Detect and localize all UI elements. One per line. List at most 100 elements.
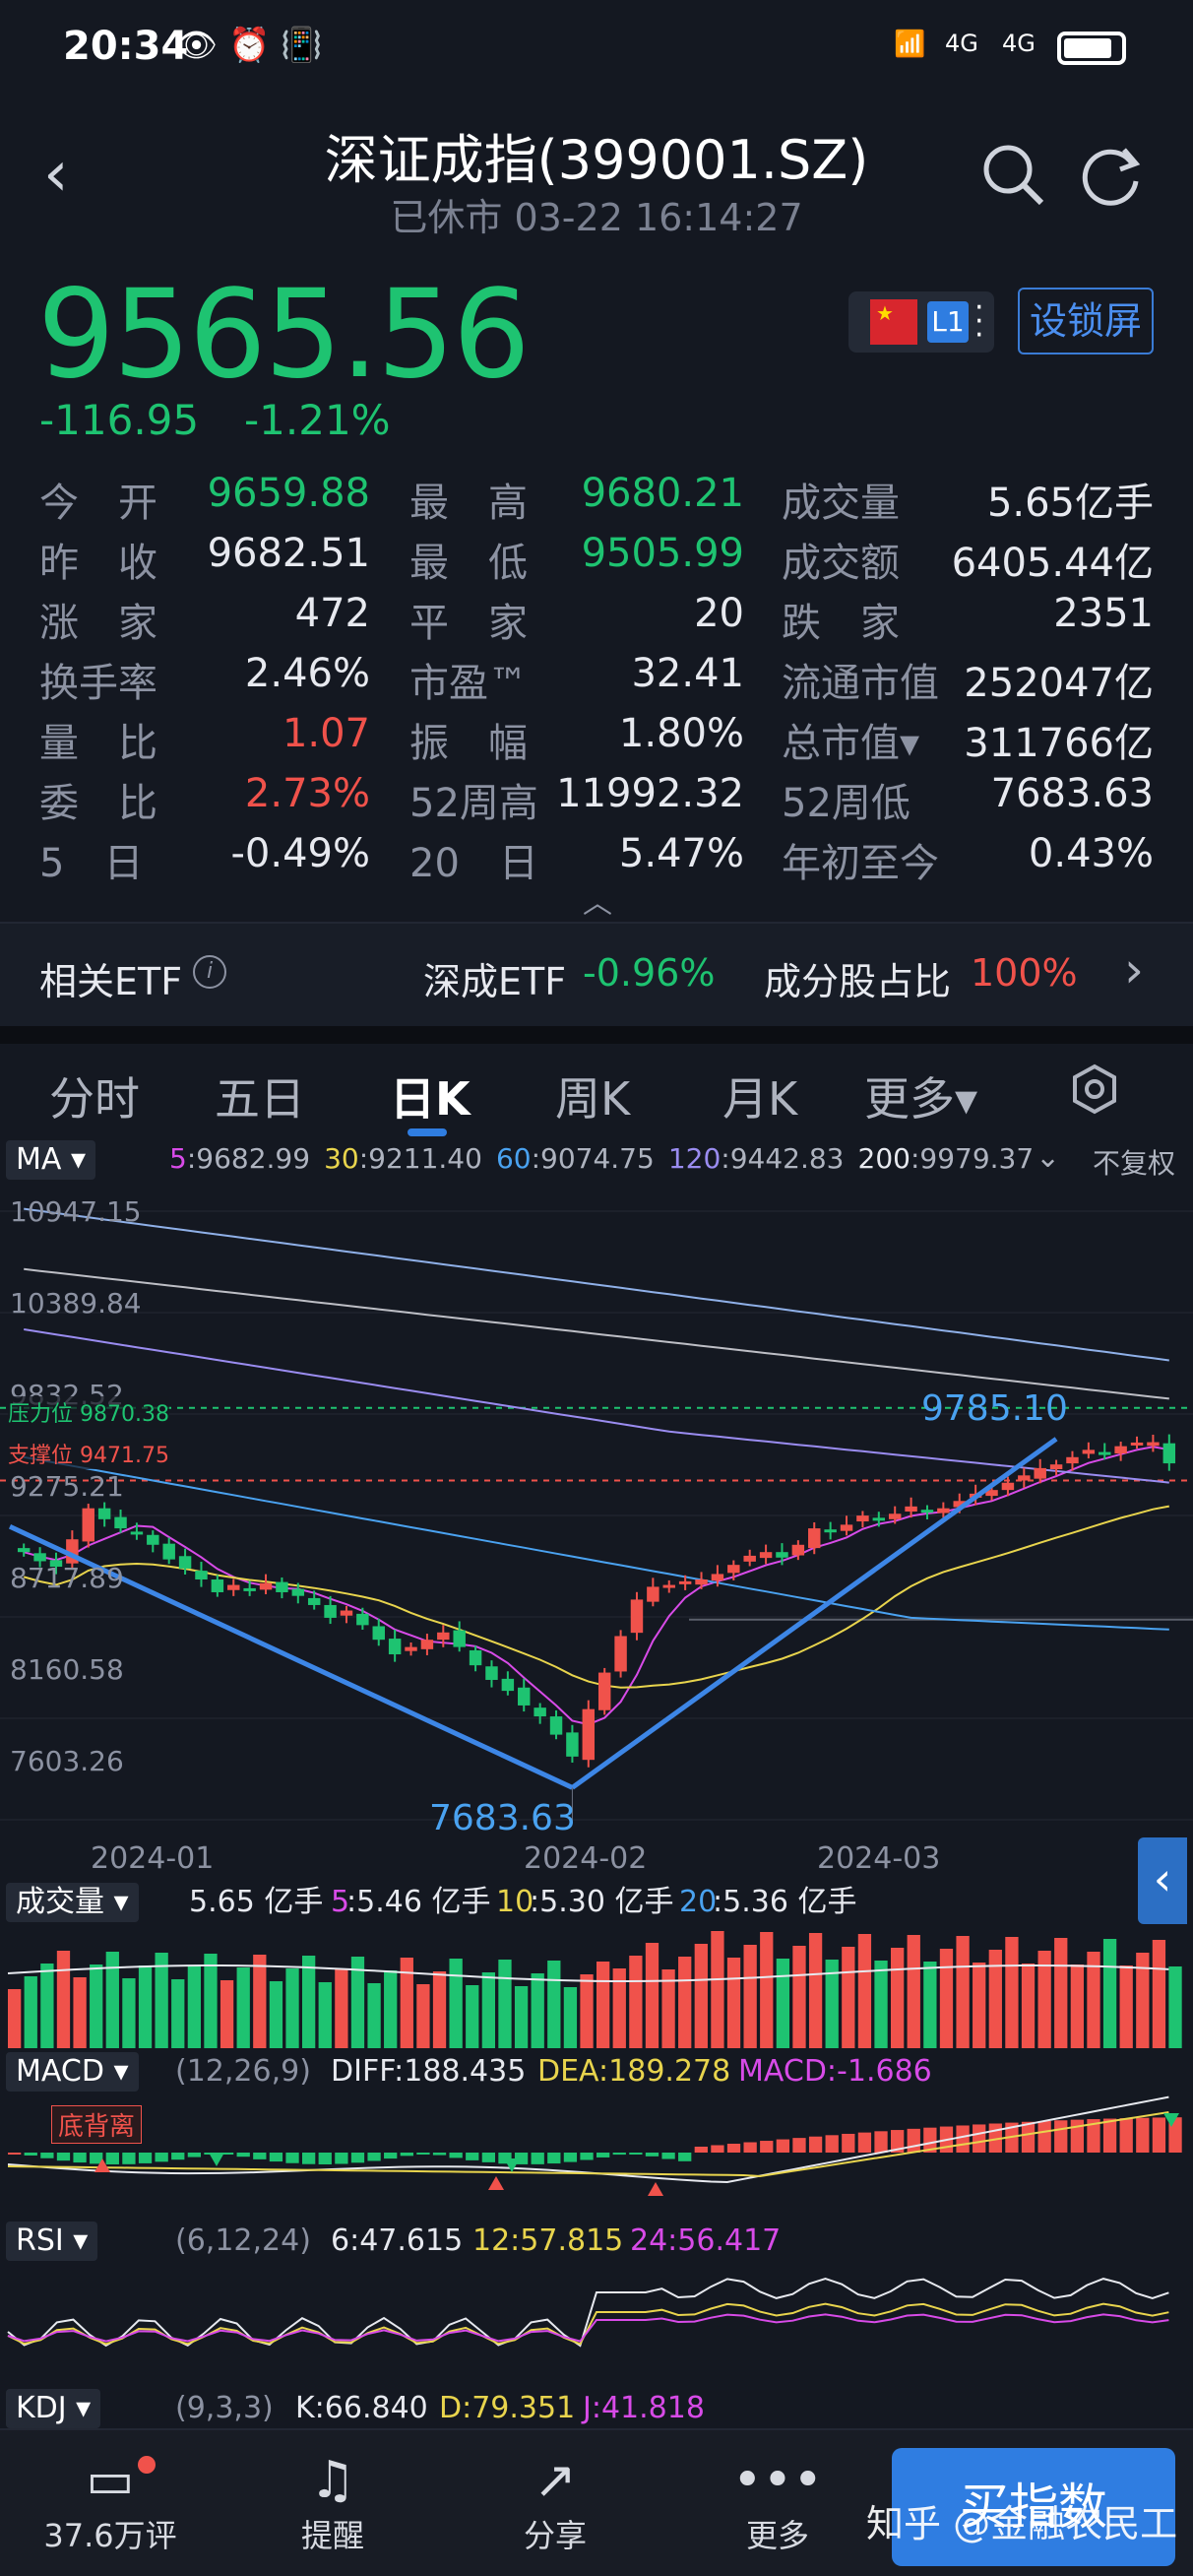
collapse-chevron-icon[interactable]: ︿ bbox=[583, 878, 612, 922]
macd-bar bbox=[24, 2153, 37, 2156]
kdj-legend: KDJ ▾ (9,3,3) K:66.840 D:79.351 J:41.818 bbox=[0, 2387, 1193, 2430]
macd-chart[interactable] bbox=[0, 2093, 1193, 2218]
status-time: 20:34 bbox=[63, 24, 189, 69]
adjust-mode[interactable]: 不复权 bbox=[1093, 1142, 1175, 1182]
tab-weekly-k[interactable]: 周K bbox=[555, 1063, 630, 1128]
volume-bar bbox=[907, 1935, 920, 2048]
kdj-k: K:66.840 bbox=[295, 2391, 428, 2425]
tab-five-day[interactable]: 五日 bbox=[215, 1063, 305, 1128]
chevron-right-icon[interactable]: › bbox=[1124, 941, 1144, 998]
candle-body bbox=[485, 1666, 498, 1680]
stat-value: 0.43% bbox=[1028, 831, 1154, 876]
volume-selector[interactable]: 成交量 ▾ bbox=[6, 1883, 139, 1922]
volume-bar bbox=[776, 1959, 790, 2048]
volume-bar bbox=[563, 1987, 578, 2048]
level-badge: L1 bbox=[927, 301, 969, 343]
volume-bar bbox=[449, 1959, 463, 2048]
component-value: 100% bbox=[971, 951, 1078, 995]
tab-monthly-k[interactable]: 月K bbox=[722, 1063, 797, 1128]
candle-body bbox=[856, 1515, 869, 1522]
market-badge[interactable]: ★ L1 · · · bbox=[848, 291, 994, 353]
more-button[interactable]: ••• 更多 bbox=[709, 2450, 847, 2556]
macd-params: (12,26,9) bbox=[175, 2054, 311, 2089]
macd-bar bbox=[1102, 2118, 1117, 2153]
stat-label: 年初至今 bbox=[782, 841, 939, 886]
candle-body bbox=[518, 1687, 531, 1706]
date-label: 2024-01 bbox=[91, 1841, 215, 1876]
stat-label: 跌 家 bbox=[782, 601, 900, 646]
macd-bar bbox=[400, 2153, 413, 2157]
macd-legend: MACD ▾ (12,26,9) DIFF:188.435 DEA:189.27… bbox=[0, 2050, 1193, 2093]
info-icon[interactable]: i bbox=[193, 955, 226, 989]
vol-ma5: :5.46 亿手 bbox=[346, 1885, 491, 1919]
macd-bar bbox=[792, 2138, 806, 2153]
rsi-chart[interactable] bbox=[0, 2263, 1193, 2381]
candle-body bbox=[1034, 1467, 1046, 1479]
stat-label: 涨 家 bbox=[39, 601, 157, 646]
volume-bar bbox=[694, 1944, 708, 2048]
stat-value: 472 bbox=[294, 591, 370, 636]
kdj-params: (9,3,3) bbox=[175, 2391, 274, 2425]
ma-value: :9074.75 bbox=[531, 1142, 655, 1175]
macd-bar bbox=[580, 2153, 594, 2160]
alert-button[interactable]: ♫ 提醒 bbox=[264, 2450, 402, 2556]
candle-body bbox=[549, 1716, 563, 1735]
stat-value: 2.46% bbox=[244, 651, 370, 696]
kdj-selector[interactable]: KDJ ▾ bbox=[6, 2389, 101, 2428]
candle-body bbox=[937, 1508, 950, 1513]
macd-bar bbox=[612, 2153, 626, 2156]
volume-bar bbox=[842, 1947, 855, 2048]
comment-icon: ▭ bbox=[86, 2451, 135, 2510]
volume-bar bbox=[1152, 1940, 1166, 2048]
related-etf-bar[interactable]: 相关ETF i 深成ETF -0.96% 成分股占比 100% › bbox=[0, 922, 1193, 1026]
lock-screen-button[interactable]: 设锁屏 bbox=[1018, 288, 1154, 354]
price-axis-label: 9275.21 bbox=[10, 1470, 124, 1503]
volume-bar bbox=[1168, 1966, 1182, 2048]
search-icon[interactable] bbox=[980, 142, 1045, 207]
macd-bar bbox=[842, 2133, 855, 2153]
ma-key: 30 bbox=[324, 1142, 359, 1175]
volume-bar bbox=[24, 1976, 37, 2048]
tab-daily-k[interactable]: 日K bbox=[390, 1063, 471, 1128]
stat-value: 9659.88 bbox=[207, 471, 370, 516]
buy-signal-marker bbox=[648, 2182, 663, 2196]
volume-bar bbox=[939, 1949, 954, 2048]
candle-body bbox=[824, 1529, 837, 1533]
candle-body bbox=[291, 1588, 305, 1596]
china-flag-icon: ★ bbox=[870, 299, 917, 345]
price-axis-label: 7603.26 bbox=[10, 1745, 124, 1777]
volume-bar bbox=[874, 1961, 888, 2048]
macd-bar bbox=[350, 2153, 365, 2163]
macd-bar bbox=[563, 2153, 578, 2162]
volume-bar bbox=[547, 1961, 561, 2048]
settings-gear-icon[interactable] bbox=[1069, 1063, 1120, 1115]
macd-bar bbox=[776, 2139, 790, 2153]
volume-bar bbox=[90, 1964, 103, 2048]
volume-chart[interactable] bbox=[0, 1924, 1193, 2048]
ma-value: :9442.83 bbox=[721, 1142, 845, 1175]
macd-bar bbox=[466, 2153, 479, 2160]
stat-label: 52周低 bbox=[782, 781, 910, 826]
refresh-icon[interactable] bbox=[1079, 142, 1144, 207]
chevron-down-icon[interactable]: ⌄ bbox=[1036, 1140, 1060, 1175]
volume-bar bbox=[1005, 1937, 1019, 2048]
macd-selector[interactable]: MACD ▾ bbox=[6, 2052, 139, 2092]
price-axis-label: 10389.84 bbox=[10, 1287, 142, 1320]
macd-diff: DIFF:188.435 bbox=[331, 2054, 527, 2089]
tab-intraday[interactable]: 分时 bbox=[49, 1063, 140, 1128]
stat-label: 今 开 bbox=[39, 481, 157, 526]
share-button[interactable]: ↗ 分享 bbox=[486, 2450, 624, 2556]
candle-body bbox=[1049, 1464, 1063, 1470]
ma-selector[interactable]: MA ▾ bbox=[6, 1140, 96, 1180]
candle-body bbox=[888, 1513, 902, 1519]
tab-more[interactable]: 更多▾ bbox=[864, 1063, 977, 1128]
battery-icon bbox=[1057, 32, 1126, 65]
stat-value: 9682.51 bbox=[207, 531, 370, 576]
macd-bar bbox=[138, 2153, 153, 2163]
etf-label: 相关ETF bbox=[39, 960, 183, 1003]
comment-button[interactable]: ▭ 37.6万评 bbox=[41, 2450, 179, 2556]
date-label: 2024-03 bbox=[817, 1841, 941, 1876]
volume-bar bbox=[629, 1956, 643, 2048]
rsi-selector[interactable]: RSI ▾ bbox=[6, 2222, 98, 2261]
macd-bar bbox=[481, 2153, 496, 2162]
